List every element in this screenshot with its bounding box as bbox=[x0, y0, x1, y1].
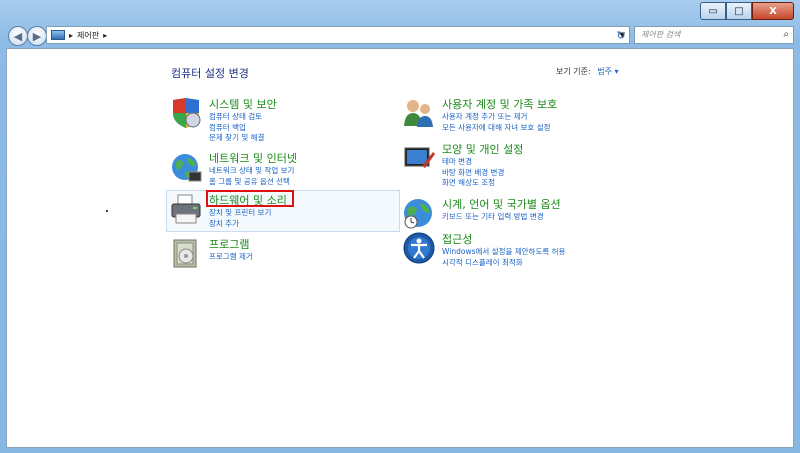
appearance-icon bbox=[404, 147, 435, 168]
view-by-label: 보기 기준: bbox=[556, 67, 591, 76]
forward-button[interactable]: ▶ bbox=[27, 26, 47, 46]
search-icon[interactable]: ⌕ bbox=[783, 27, 789, 43]
link-uninstall-program[interactable]: 프로그램 제거 bbox=[209, 252, 253, 263]
clock-language-region-title[interactable]: 시계, 언어 및 국가별 옵션 bbox=[442, 196, 561, 212]
programs-icon bbox=[173, 239, 197, 268]
view-by-dropdown[interactable]: 범주 ▾ bbox=[597, 67, 618, 76]
programs-title[interactable]: 프로그램 bbox=[209, 236, 253, 252]
accessibility-icon bbox=[403, 232, 435, 264]
clock-globe-icon bbox=[404, 199, 432, 229]
globe-network-icon bbox=[172, 154, 202, 182]
network-internet-title[interactable]: 네트워크 및 인터넷 bbox=[209, 150, 297, 166]
back-arrow-icon: ◀ bbox=[13, 29, 23, 43]
address-bar[interactable]: ▸ 제어판 ▸ ▼ bbox=[46, 26, 630, 44]
printer-icon bbox=[171, 194, 201, 224]
link-add-remove-accounts[interactable]: 사용자 계정 추가 또는 제거 bbox=[442, 112, 557, 123]
breadcrumb-control-panel[interactable]: 제어판 bbox=[77, 30, 99, 41]
link-troubleshoot[interactable]: 문제 찾기 및 해결 bbox=[209, 133, 277, 144]
maximize-button[interactable]: □ bbox=[726, 2, 752, 20]
link-network-status[interactable]: 네트워크 상태 및 작업 보기 bbox=[209, 166, 297, 177]
refresh-button[interactable]: ↻ bbox=[612, 26, 630, 44]
link-change-background[interactable]: 바탕 화면 배경 변경 bbox=[442, 168, 523, 179]
link-add-device[interactable]: 장치 추가 bbox=[209, 219, 287, 230]
refresh-icon: ↻ bbox=[616, 28, 626, 42]
mouse-pointer-dot bbox=[106, 210, 108, 212]
computer-icon bbox=[51, 30, 65, 40]
appearance-title[interactable]: 모양 및 개인 설정 bbox=[442, 141, 523, 157]
link-let-windows-suggest[interactable]: Windows에서 설정을 제안하도록 허용 bbox=[442, 247, 565, 258]
users-icon bbox=[404, 100, 433, 127]
caption-buttons: ▭ □ X bbox=[700, 2, 794, 20]
user-accounts-title[interactable]: 사용자 계정 및 가족 보호 bbox=[442, 96, 557, 112]
link-parental-controls[interactable]: 모든 사용자에 대해 자녀 보호 설정 bbox=[442, 123, 557, 134]
shield-icon bbox=[173, 98, 201, 128]
link-adjust-resolution[interactable]: 화면 해상도 조정 bbox=[442, 178, 523, 189]
view-by: 보기 기준: 범주 ▾ bbox=[556, 66, 619, 77]
link-homegroup[interactable]: 홈 그룹 및 공유 옵션 선택 bbox=[209, 177, 297, 188]
minimize-button[interactable]: ▭ bbox=[700, 2, 726, 20]
control-panel-window: ▭ □ X ◀ ▶ ▸ 제어판 ▸ ▼ ↻ 제어판 검색 ⌕ 컴퓨터 설정 변경… bbox=[0, 0, 800, 453]
content-pane: 컴퓨터 설정 변경 보기 기준: 범주 ▾ 시스템 및 보안 컴퓨터 상태 검토… bbox=[6, 48, 794, 448]
address-separator[interactable]: ▸ bbox=[69, 31, 73, 40]
page-title: 컴퓨터 설정 변경 bbox=[171, 67, 249, 80]
close-button[interactable]: X bbox=[752, 2, 794, 20]
search-input[interactable]: 제어판 검색 ⌕ bbox=[634, 26, 794, 44]
forward-arrow-icon: ▶ bbox=[32, 29, 42, 43]
system-security-title[interactable]: 시스템 및 보안 bbox=[209, 96, 277, 112]
ease-of-access-title[interactable]: 접근성 bbox=[442, 231, 565, 247]
link-change-theme[interactable]: 테마 변경 bbox=[442, 157, 523, 168]
navigation-toolbar: ◀ ▶ ▸ 제어판 ▸ ▼ ↻ 제어판 검색 ⌕ bbox=[0, 24, 800, 46]
address-separator-2[interactable]: ▸ bbox=[103, 31, 107, 40]
search-placeholder: 제어판 검색 bbox=[641, 30, 681, 39]
link-optimize-display[interactable]: 시각적 디스플레이 최적화 bbox=[442, 258, 565, 269]
link-change-input-method[interactable]: 키보드 또는 기타 입력 방법 변경 bbox=[442, 212, 561, 223]
highlight-box bbox=[206, 190, 294, 207]
link-review-status[interactable]: 컴퓨터 상태 검토 bbox=[209, 112, 277, 123]
link-backup[interactable]: 컴퓨터 백업 bbox=[209, 123, 277, 134]
link-devices-printers[interactable]: 장치 및 프린터 보기 bbox=[209, 208, 287, 219]
back-button[interactable]: ◀ bbox=[8, 26, 28, 46]
